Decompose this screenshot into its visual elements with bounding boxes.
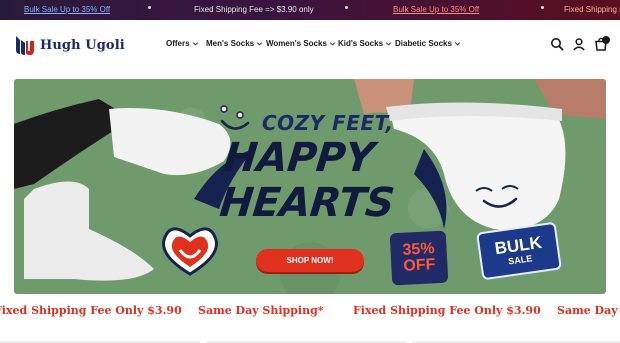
nav-item-womens-socks[interactable]: Women's Socks [266,39,336,48]
nav-item-label: Women's Socks [266,39,327,48]
account-icon[interactable] [572,37,586,51]
promo-text: Fixed Shipping Fee Only $3.90 [353,304,541,317]
announcement-bar: Bulk Sale Up to 35% Off Fixed Shipping F… [0,0,620,20]
bulk-label: BULK [493,232,543,259]
nav-item-label: Offers [166,39,190,48]
nav-item-label: Men's Socks [206,39,255,48]
nav-item-mens-socks[interactable]: Men's Socks [206,39,263,48]
announcement-link[interactable]: Bulk Sale Up to 35% Off [393,5,479,15]
site-header: Hugh Ugoli Offers Men's Socks Women's So… [0,20,620,70]
promo-text: Same Day Shipping* [198,304,324,317]
next-section [0,330,620,343]
separator-dot [345,6,348,9]
nav-item-kids-socks[interactable]: Kid's Socks [338,39,392,48]
promo-marquee: Fixed Shipping Fee Only $3.90 Same Day S… [0,300,620,322]
chevron-down-icon [386,42,392,46]
main-nav: Offers Men's Socks Women's Socks Kid's S… [0,39,620,51]
chevron-down-icon [329,42,335,46]
nav-item-label: Diabetic Socks [395,39,452,48]
nav-item-diabetic-socks[interactable]: Diabetic Socks [395,39,461,48]
separator-dot [541,6,544,9]
chevron-down-icon [257,42,263,46]
banner-headline-line3: HEARTS [217,180,397,226]
promo-text: Fixed Shipping Fee Only $3.90 [0,304,182,317]
hero-banner[interactable]: COZY FEET, HAPPY HEARTS SHOP NOW! 35% OF… [14,79,606,294]
announcement-link[interactable]: Bulk Sale Up to 35% Off [24,5,110,15]
shop-now-button[interactable]: SHOP NOW! [256,249,364,272]
banner-headline-line2: HAPPY [221,135,376,181]
cart-count-badge [602,36,610,44]
sale-label: SALE [507,253,533,267]
promo-text: Same Day S [557,304,620,317]
discount-off: OFF [402,256,436,275]
nav-item-offers[interactable]: Offers [166,39,199,48]
banner-headline-line1: COZY FEET, [262,111,394,135]
nav-item-label: Kid's Socks [338,39,384,48]
chevron-down-icon [192,42,198,46]
announcement-text: Fixed Shipping Fee => $3.90 only [194,5,314,14]
announcement-text: Fixed Shipping Fee [564,5,620,14]
separator-dot [148,6,151,9]
search-icon[interactable] [550,37,564,51]
chevron-down-icon [454,42,460,46]
discount-badge: 35% OFF [389,230,449,286]
